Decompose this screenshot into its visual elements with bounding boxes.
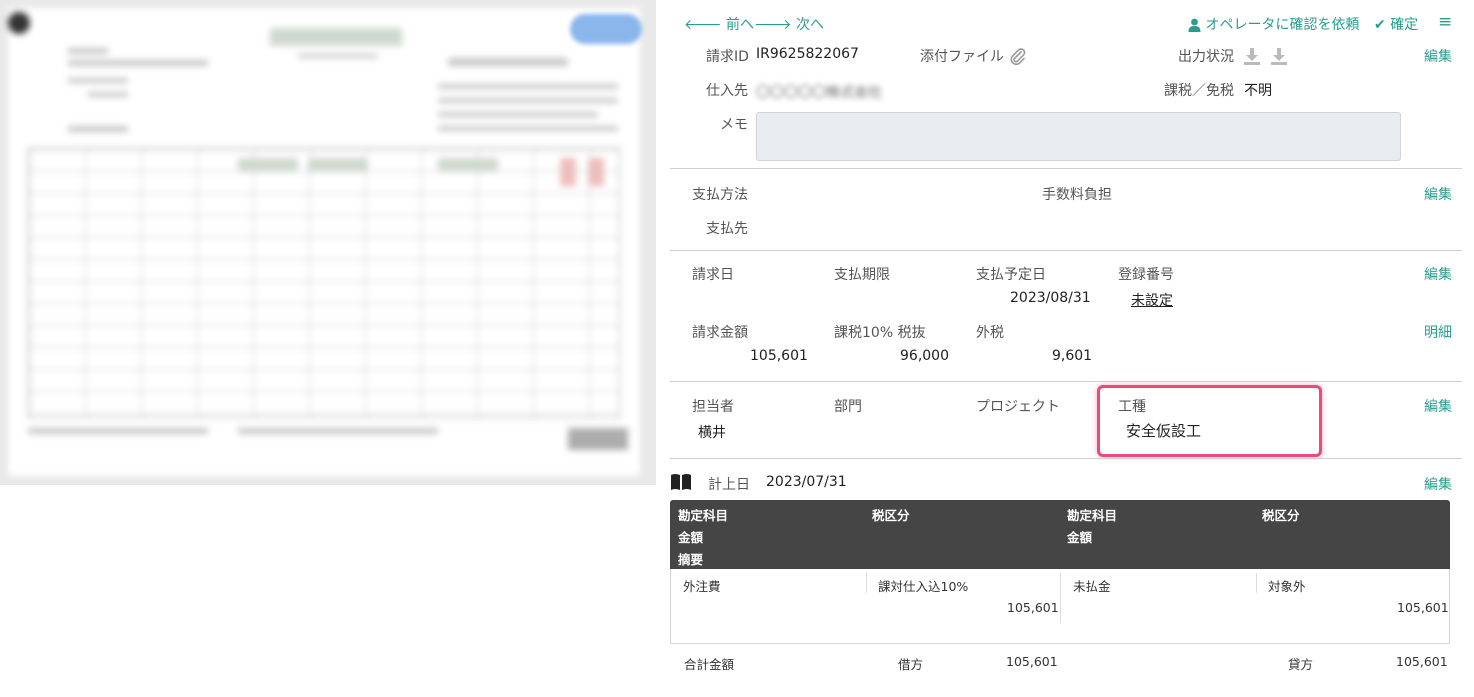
edit-basic-button[interactable]: 編集 [1424, 46, 1452, 66]
arrow-right-icon: 🡒 [754, 17, 792, 33]
download-icon[interactable] [1269, 46, 1289, 66]
external-tax-value: 9,601 [1052, 348, 1093, 364]
attachment-label[interactable]: 添付ファイル [920, 46, 1028, 67]
debit-account-value: 外注費 [683, 579, 721, 594]
debit-total-label: 借方 [898, 657, 924, 672]
section-divider [670, 250, 1462, 251]
journal-table-header: 勘定科目 金額 摘要 税区分 勘定科目 金額 税区分 [670, 500, 1450, 569]
tax-status-value: 不明 [1244, 83, 1272, 99]
credit-tax-value: 対象外 [1268, 579, 1306, 594]
debit-amount-value: 105,601 [1007, 600, 1059, 615]
payment-method-label: 支払方法 [692, 187, 748, 203]
total-amount-label: 合計金額 [684, 657, 735, 672]
journal-row[interactable]: 外注費 課対仕入込10% 105,601 未払金 対象外 105,601 [670, 569, 1450, 644]
debit-account-header: 勘定科目 [678, 508, 729, 523]
debit-total-value: 105,601 [1006, 654, 1058, 669]
credit-amount-header: 金額 [1067, 530, 1093, 545]
memo-field[interactable] [756, 112, 1401, 161]
prev-button[interactable]: 🡐 前へ [684, 14, 754, 34]
edit-payment-button[interactable]: 編集 [1424, 184, 1452, 204]
invoice-amount-value: 105,601 [750, 348, 808, 364]
credit-total-value: 105,601 [1396, 654, 1448, 669]
department-label: 部門 [834, 399, 862, 415]
supplier-value: 〇〇〇〇〇株式会社 [756, 85, 882, 101]
debit-amount-header: 金額 [678, 530, 704, 545]
person-in-charge-value: 横井 [698, 425, 726, 441]
output-status-label: 出力状況 [1178, 49, 1234, 65]
payee-label: 支払先 [706, 221, 748, 237]
registration-number-label: 登録番号 [1118, 267, 1174, 283]
edit-dates-button[interactable]: 編集 [1424, 264, 1452, 284]
check-icon: ✔ [1374, 17, 1386, 33]
debit-tax-header: 税区分 [872, 508, 910, 523]
invoice-id-label: 請求ID [706, 49, 749, 65]
person-in-charge-label: 担当者 [692, 399, 734, 415]
next-button[interactable]: 🡒 次へ [754, 14, 824, 34]
invoice-date-label: 請求日 [692, 267, 734, 283]
planned-date-label: 支払予定日 [976, 267, 1046, 283]
section-divider [670, 458, 1462, 459]
planned-date-value: 2023/08/31 [1010, 290, 1091, 306]
external-tax-label: 外税 [976, 325, 1004, 341]
project-label: プロジェクト [976, 399, 1060, 415]
summary-header: 摘要 [678, 552, 704, 567]
book-icon [671, 474, 691, 490]
posting-date-value: 2023/07/31 [766, 474, 847, 490]
section-divider [670, 381, 1462, 382]
invoice-amount-label: 請求金額 [692, 325, 748, 341]
edit-posting-button[interactable]: 編集 [1424, 474, 1452, 494]
tax-status-label: 課税／免税 [1164, 83, 1234, 99]
work-type-highlight [1097, 385, 1322, 457]
paperclip-icon[interactable] [1008, 47, 1028, 67]
user-icon [1188, 18, 1201, 32]
invoice-detail-panel: 🡐 前へ 🡒 次へ オペレータに確認を依頼 ✔ 確定 ≡ 請求ID IR9625… [670, 0, 1462, 697]
registration-number-link[interactable]: 未設定 [1131, 290, 1173, 310]
posting-date-label: 計上日 [708, 477, 750, 493]
arrow-left-icon: 🡐 [684, 17, 722, 33]
taxable-amount-label: 課税10% 税抜 [834, 325, 926, 341]
invoice-preview[interactable] [0, 0, 656, 485]
journal-total-row: 合計金額 借方 105,601 貸方 105,601 [670, 644, 1450, 684]
due-date-label: 支払期限 [834, 267, 890, 283]
confirm-button[interactable]: ✔ 確定 [1374, 14, 1418, 34]
credit-total-label: 貸方 [1288, 657, 1314, 672]
fee-burden-label: 手数料負担 [1042, 187, 1112, 203]
taxable-amount-value: 96,000 [900, 348, 949, 364]
preview-action-button[interactable] [570, 14, 642, 44]
edit-assignment-button[interactable]: 編集 [1424, 396, 1452, 416]
section-divider [670, 168, 1462, 169]
invoice-id-value: IR9625822067 [756, 46, 859, 62]
memo-label: メモ [720, 117, 748, 133]
debit-tax-value: 課対仕入込10% [878, 579, 969, 594]
download-icon[interactable] [1242, 46, 1262, 66]
credit-amount-value: 105,601 [1397, 600, 1449, 615]
detail-button[interactable]: 明細 [1424, 322, 1452, 342]
credit-account-header: 勘定科目 [1067, 508, 1118, 523]
credit-account-value: 未払金 [1073, 579, 1111, 594]
ask-operator-button[interactable]: オペレータに確認を依頼 [1188, 14, 1359, 34]
invoice-document-image [8, 8, 640, 476]
credit-tax-header: 税区分 [1262, 508, 1300, 523]
supplier-label: 仕入先 [706, 83, 748, 99]
menu-icon[interactable]: ≡ [1438, 12, 1452, 32]
